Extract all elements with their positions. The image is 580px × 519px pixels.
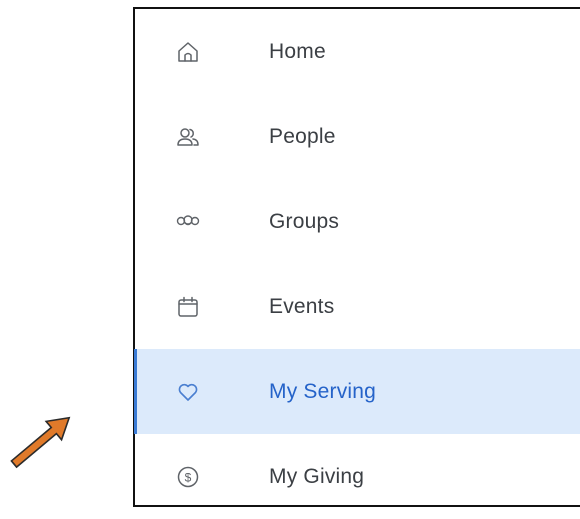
nav-item-people[interactable]: People	[135, 94, 580, 179]
nav-item-home[interactable]: Home	[135, 9, 580, 94]
nav-label-my-serving: My Serving	[269, 379, 377, 403]
nav-label-people: People	[269, 124, 336, 148]
annotation-arrow	[10, 416, 71, 469]
nav-label-my-giving: My Giving	[269, 464, 365, 488]
nav-label-home: Home	[269, 39, 326, 63]
calendar-icon	[175, 294, 201, 320]
nav-list: Home People Groups Events My Serving $ M…	[134, 9, 580, 519]
people-icon	[175, 124, 201, 150]
nav-item-events[interactable]: Events	[135, 264, 580, 349]
groups-icon	[175, 209, 201, 235]
nav-item-my-serving[interactable]: My Serving	[134, 349, 580, 434]
nav-item-my-giving[interactable]: $ My Giving	[135, 434, 580, 519]
nav-label-events: Events	[269, 294, 335, 318]
svg-text:$: $	[185, 470, 192, 484]
home-icon	[175, 39, 201, 65]
navigation-menu: Home People Groups Events My Serving $ M…	[133, 7, 580, 507]
nav-label-groups: Groups	[269, 209, 340, 233]
nav-item-groups[interactable]: Groups	[135, 179, 580, 264]
dollar-circle-icon: $	[175, 464, 201, 490]
heart-icon	[175, 379, 201, 405]
